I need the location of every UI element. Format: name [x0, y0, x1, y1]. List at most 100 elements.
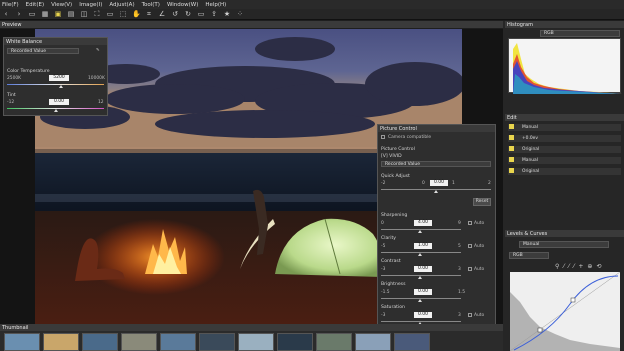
tint-slider-knob[interactable]: [54, 109, 58, 112]
thumbnail-item[interactable]: [238, 333, 274, 351]
browser-icon[interactable]: ▦: [41, 10, 49, 18]
slider-knob[interactable]: [418, 253, 422, 256]
color-temperature-label: Color Temperature: [7, 69, 50, 74]
temperature-input[interactable]: 5200: [49, 75, 69, 81]
menu-adjust[interactable]: Adjust(A): [109, 2, 134, 8]
slider-max: 3: [458, 267, 461, 272]
thumbnail-item[interactable]: [394, 333, 430, 351]
rotate-left-icon[interactable]: ↺: [171, 10, 179, 18]
quick-adjust-label: Quick Adjust: [381, 174, 410, 179]
slider-knob[interactable]: [418, 299, 422, 302]
histogram-chart: [508, 38, 622, 94]
slider-label: Brightness: [381, 282, 406, 287]
crop-icon[interactable]: ⌗: [145, 10, 153, 18]
label-icon[interactable]: ⁘: [236, 10, 244, 18]
share-icon[interactable]: ⇪: [210, 10, 218, 18]
edit-row[interactable]: Manual: [508, 124, 621, 131]
auto-checkbox[interactable]: [468, 221, 472, 225]
edit-row[interactable]: Original: [508, 146, 621, 153]
white-balance-header[interactable]: White Balance: [4, 38, 107, 45]
menu-tool[interactable]: Tool(T): [142, 2, 160, 8]
preview-header: Preview: [0, 21, 503, 28]
slider-knob[interactable]: [418, 230, 422, 233]
slider-min: -1.5: [381, 290, 390, 295]
curve-tools[interactable]: ⚲⁄⁄⁄+⊕⟲: [555, 263, 605, 270]
levels-curves-title: Levels & Curves: [507, 230, 548, 237]
quick-adjust-knob[interactable]: [434, 190, 438, 193]
thumbnail-item[interactable]: [4, 333, 40, 351]
thumbnail-item[interactable]: [82, 333, 118, 351]
histogram-header: Histogram: [505, 21, 624, 28]
menu-help[interactable]: Help(H): [205, 2, 226, 8]
folder-icon[interactable]: ▭: [28, 10, 36, 18]
slider-knob[interactable]: [418, 276, 422, 279]
levels-channel-select[interactable]: RGB: [509, 252, 549, 259]
picture-control-header[interactable]: Picture Control: [378, 125, 495, 132]
reset-button[interactable]: Reset: [473, 198, 491, 206]
auto-label: Auto: [474, 221, 485, 226]
select-icon[interactable]: ⬚: [119, 10, 127, 18]
thumbnail-item[interactable]: [355, 333, 391, 351]
quick-adjust-max: 2: [488, 181, 491, 186]
menu-file[interactable]: File(F): [2, 2, 19, 8]
monitor-icon[interactable]: ▭: [197, 10, 205, 18]
eyedropper-icon[interactable]: ✎: [96, 48, 100, 53]
slider-value-input[interactable]: 0.00: [414, 312, 432, 318]
back-icon[interactable]: ‹: [2, 10, 10, 18]
edit-title: Edit: [507, 114, 517, 121]
fullscreen-icon[interactable]: ⛶: [93, 10, 101, 18]
auto-checkbox[interactable]: [468, 267, 472, 271]
edit-row[interactable]: Original: [508, 168, 621, 175]
viewer-icon[interactable]: ▣: [54, 10, 62, 18]
slider-value-input[interactable]: 0.00: [414, 289, 432, 295]
edit-step-icon: [509, 135, 514, 140]
forward-icon[interactable]: ›: [15, 10, 23, 18]
thumbnail-item[interactable]: [316, 333, 352, 351]
edit-row[interactable]: +0.0ev: [508, 135, 621, 142]
hand-icon[interactable]: ✋: [132, 10, 141, 18]
histogram-channel-select[interactable]: RGB: [540, 30, 620, 37]
temperature-slider[interactable]: [7, 84, 104, 85]
picture-control-title: Picture Control: [380, 125, 417, 132]
star-icon[interactable]: ★: [223, 10, 231, 18]
camera-compatible-checkbox[interactable]: [381, 135, 385, 139]
picture-control-label: Picture Control: [381, 147, 415, 152]
tint-input[interactable]: 0.00: [49, 99, 69, 105]
thumbnail-item[interactable]: [43, 333, 79, 351]
edit-row[interactable]: Manual: [508, 157, 621, 164]
thumbnail-item[interactable]: [121, 333, 157, 351]
auto-checkbox[interactable]: [468, 244, 472, 248]
quick-adjust-input[interactable]: 0.00: [430, 180, 448, 186]
temperature-slider-knob[interactable]: [59, 85, 63, 88]
thumbnail-item[interactable]: [160, 333, 196, 351]
menu-image[interactable]: Image(I): [79, 2, 102, 8]
rotate-right-icon[interactable]: ↻: [184, 10, 192, 18]
compare-icon[interactable]: ◫: [80, 10, 88, 18]
thumbnail-item[interactable]: [199, 333, 235, 351]
thumbnail-item[interactable]: [277, 333, 313, 351]
tint-label: Tint: [7, 93, 16, 98]
white-balance-mode-select[interactable]: Recorded Value: [7, 48, 79, 54]
filmstrip-icon[interactable]: ▭: [106, 10, 114, 18]
preview-title: Preview: [2, 21, 22, 28]
levels-mode-select[interactable]: Manual: [519, 241, 609, 248]
menu-window[interactable]: Window(W): [167, 2, 198, 8]
quick-adjust-mid: 0: [422, 181, 425, 186]
slider-label: Clarity: [381, 236, 396, 241]
picture-control-mode-select[interactable]: Recorded Value: [381, 161, 491, 167]
slider-min: -3: [381, 267, 386, 272]
levels-curves-header: Levels & Curves: [505, 230, 624, 237]
curves-chart[interactable]: [509, 271, 621, 351]
quick-adjust-min: -2: [381, 181, 386, 186]
edit-step-icon: [509, 124, 514, 129]
menu-view[interactable]: View(V): [51, 2, 72, 8]
auto-checkbox[interactable]: [468, 313, 472, 317]
slider-label: Sharpening: [381, 213, 408, 218]
grid-view-icon[interactable]: ▤: [67, 10, 75, 18]
slider-value-input[interactable]: 4.00: [414, 220, 432, 226]
slider-value-input[interactable]: 0.00: [414, 266, 432, 272]
slider-max: 9: [458, 221, 461, 226]
straighten-icon[interactable]: ∠: [158, 10, 166, 18]
slider-value-input[interactable]: 1.00: [414, 243, 432, 249]
menu-edit[interactable]: Edit(E): [26, 2, 44, 8]
